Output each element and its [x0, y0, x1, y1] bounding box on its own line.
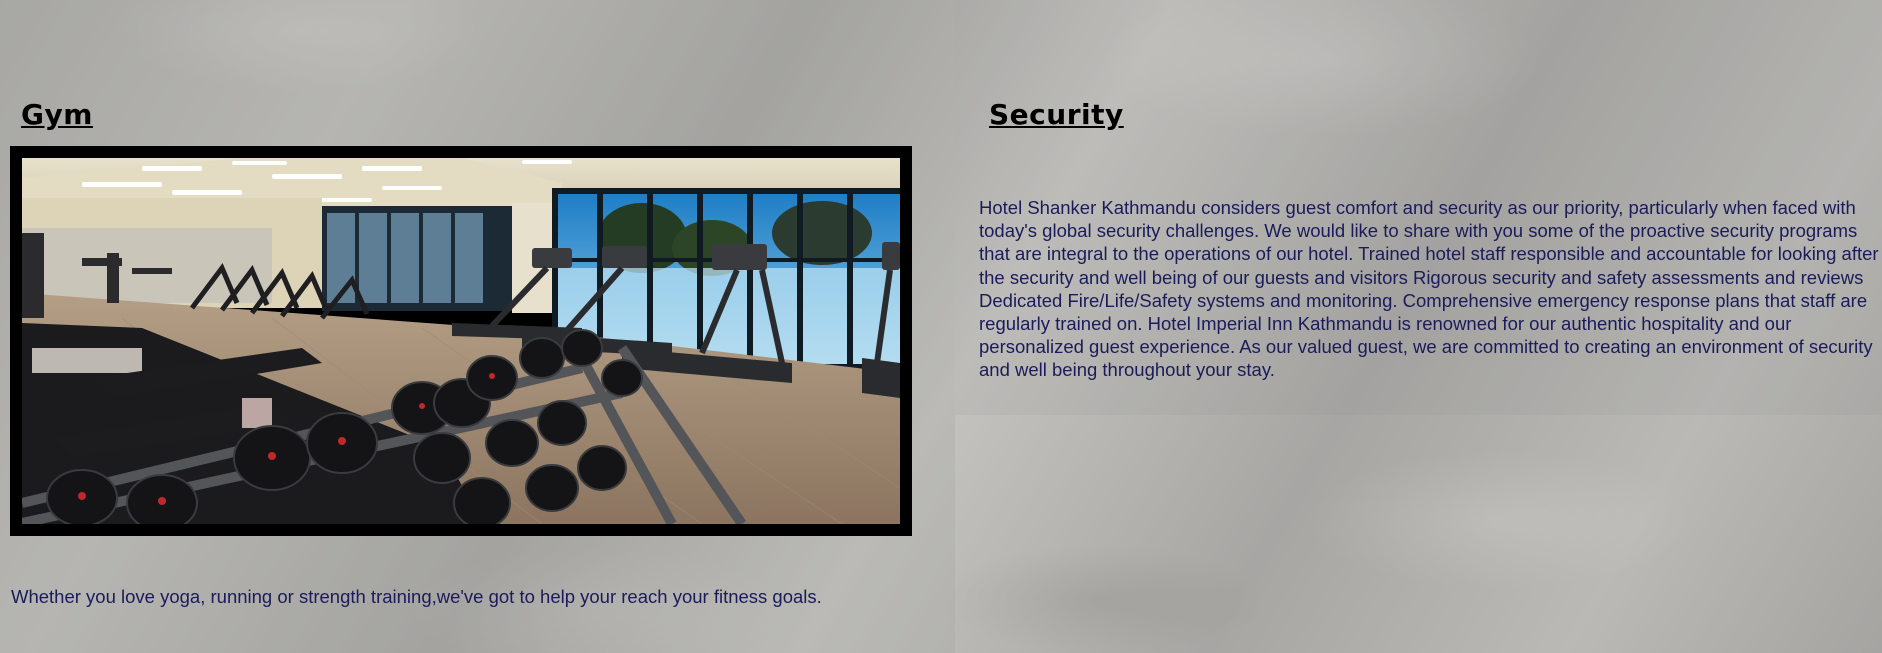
gym-image-frame [10, 146, 912, 536]
gym-image [22, 158, 900, 524]
security-heading: Security [989, 98, 1124, 131]
gym-description: Whether you love yoga, running or streng… [11, 586, 822, 607]
gym-heading: Gym [21, 98, 93, 131]
security-description: Hotel Shanker Kathmandu considers guest … [979, 197, 1879, 381]
